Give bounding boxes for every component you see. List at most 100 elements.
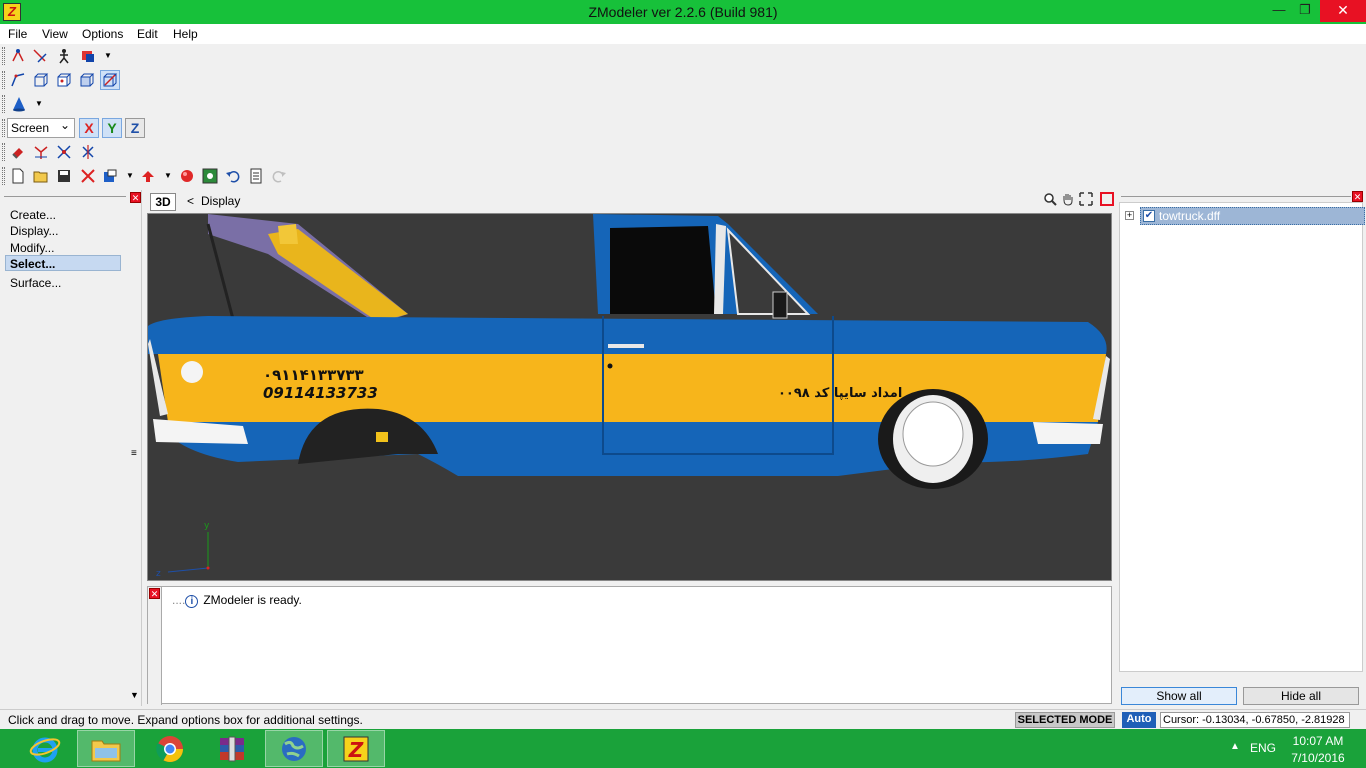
minimize-icon[interactable]: — xyxy=(1266,0,1292,20)
taskbar-chrome[interactable] xyxy=(141,730,199,767)
axis-y-button[interactable]: Y xyxy=(102,118,122,138)
pan-hand-icon[interactable] xyxy=(1060,192,1076,208)
maximize-viewport-icon[interactable] xyxy=(1100,192,1114,206)
delete-icon[interactable] xyxy=(78,166,98,186)
chevron-down-icon[interactable]: ▼ xyxy=(126,171,134,180)
status-hint: Click and drag to move. Expand options b… xyxy=(8,713,363,727)
magnet-icon[interactable] xyxy=(8,142,28,162)
menu-file[interactable]: File xyxy=(8,26,27,42)
visibility-checkbox[interactable]: ✔ xyxy=(1143,210,1155,222)
tail-marker xyxy=(376,432,388,442)
fit-view-icon[interactable] xyxy=(1078,192,1094,208)
door-handle xyxy=(608,344,644,348)
toolbar-grip[interactable] xyxy=(2,71,5,89)
taskbar-globe[interactable] xyxy=(265,730,323,767)
language-indicator[interactable]: ENG xyxy=(1250,741,1276,755)
window-title: ZModeler ver 2.2.6 (Build 981) xyxy=(588,4,778,20)
move-axes-icon[interactable] xyxy=(31,142,51,162)
open-folder-icon[interactable] xyxy=(31,166,51,186)
left-item-select[interactable]: Select... xyxy=(5,255,121,271)
clock-date[interactable]: 7/10/2016 xyxy=(1288,751,1348,765)
coord-system-select[interactable]: Screen xyxy=(7,116,75,138)
taskbar-winrar[interactable] xyxy=(203,730,261,767)
show-all-button[interactable]: Show all xyxy=(1121,687,1237,705)
menu-view[interactable]: View xyxy=(42,26,68,42)
front-bumper xyxy=(1033,422,1103,444)
auto-badge[interactable]: Auto xyxy=(1122,712,1156,728)
display-menu[interactable]: Display xyxy=(201,194,240,208)
line-tool-icon[interactable] xyxy=(8,70,28,90)
front-hubcap xyxy=(902,401,964,467)
taskbar-zmodeler[interactable]: Z xyxy=(327,730,385,767)
scroll-down-icon[interactable]: ▼ xyxy=(130,690,139,700)
splitter-grip-icon[interactable]: ≡ xyxy=(131,448,137,459)
folder-icon xyxy=(91,740,121,761)
save-icon[interactable] xyxy=(54,166,74,186)
taskbar-explorer[interactable] xyxy=(77,730,135,767)
close-icon[interactable]: ✕ xyxy=(1320,0,1366,22)
cube-select-icon[interactable] xyxy=(100,70,120,90)
select-edge-icon[interactable] xyxy=(30,46,50,66)
cursor-readout: Cursor: -0.13034, -0.67850, -2.81928 xyxy=(1160,712,1350,728)
render-sphere-icon[interactable] xyxy=(177,166,197,186)
toolbar-create xyxy=(0,68,1366,92)
close-icon[interactable]: ✕ xyxy=(149,588,160,599)
viewport-header: 3D < Display xyxy=(147,190,1114,212)
panel-divider xyxy=(1121,196,1351,197)
toolbar-grip[interactable] xyxy=(2,167,5,185)
axis-x-button[interactable]: X xyxy=(79,118,99,138)
toolbar-axes: Screen X Y Z xyxy=(0,116,1366,140)
redo-icon[interactable] xyxy=(269,166,289,186)
menu-help[interactable]: Help xyxy=(173,26,198,42)
zmodeler-icon: Z xyxy=(343,736,369,762)
chevron-down-icon[interactable]: ▼ xyxy=(104,51,112,60)
toolbar-grip[interactable] xyxy=(2,47,5,65)
tree-item-towtruck[interactable]: towtruck.dff xyxy=(1140,207,1365,225)
left-item-display[interactable]: Display... xyxy=(10,223,58,239)
import-icon[interactable] xyxy=(100,166,120,186)
texture-icon[interactable] xyxy=(200,166,220,186)
tray-expand-icon[interactable]: ▲ xyxy=(1230,741,1240,752)
toolbar-grip[interactable] xyxy=(2,143,5,161)
toolbar-grip[interactable] xyxy=(2,95,5,113)
new-file-icon[interactable] xyxy=(8,166,28,186)
cube-wire-icon[interactable] xyxy=(31,70,51,90)
left-item-surface[interactable]: Surface... xyxy=(10,275,61,291)
3d-viewport[interactable]: ۰۹۱۱۴۱۳۳۷۳۳ 09114133733 امداد سایپا کد ۰… xyxy=(147,213,1112,581)
log-side-strip: ✕ xyxy=(148,587,162,705)
hide-all-button[interactable]: Hide all xyxy=(1243,687,1359,705)
chevron-down-icon[interactable]: ▼ xyxy=(164,171,172,180)
clock-time[interactable]: 10:07 AM xyxy=(1288,734,1348,748)
menu-options[interactable]: Options xyxy=(82,26,123,42)
close-icon[interactable]: ✕ xyxy=(130,192,141,203)
nav-back-icon[interactable]: < xyxy=(187,194,194,208)
restore-icon[interactable]: ❐ xyxy=(1292,0,1318,20)
axis-z-button[interactable]: Z xyxy=(125,118,145,138)
export-icon[interactable] xyxy=(138,166,158,186)
properties-icon[interactable] xyxy=(246,166,266,186)
rotate-axes-icon[interactable] xyxy=(54,142,74,162)
select-group-icon[interactable] xyxy=(78,46,98,66)
zoom-icon[interactable] xyxy=(1042,192,1058,208)
cube-solid-icon[interactable] xyxy=(54,70,74,90)
select-vertex-icon[interactable] xyxy=(8,46,28,66)
scene-tree[interactable]: + towtruck.dff ✔ xyxy=(1119,202,1365,672)
taskbar-ie[interactable] xyxy=(16,730,74,767)
scale-axes-icon[interactable] xyxy=(78,142,98,162)
winrar-icon xyxy=(220,736,244,761)
undo-icon[interactable] xyxy=(223,166,243,186)
cube-shaded-icon[interactable] xyxy=(77,70,97,90)
expand-icon[interactable]: + xyxy=(1125,211,1134,220)
selected-mode-badge[interactable]: SELECTED MODE xyxy=(1015,712,1115,728)
log-panel: ✕ .... i ZModeler is ready. xyxy=(147,586,1112,705)
left-item-create[interactable]: Create... xyxy=(10,207,56,223)
left-item-modify[interactable]: Modify... xyxy=(10,240,54,256)
toolbar-grip[interactable] xyxy=(2,119,5,137)
view-mode-button[interactable]: 3D xyxy=(150,193,176,211)
menu-edit[interactable]: Edit xyxy=(137,26,158,42)
select-figure-icon[interactable] xyxy=(54,46,74,66)
cone-icon[interactable] xyxy=(9,94,29,114)
close-icon[interactable]: ✕ xyxy=(1352,191,1363,202)
car-model: ۰۹۱۱۴۱۳۳۷۳۳ 09114133733 امداد سایپا کد ۰… xyxy=(148,214,1110,579)
chevron-down-icon[interactable]: ▼ xyxy=(35,99,43,108)
